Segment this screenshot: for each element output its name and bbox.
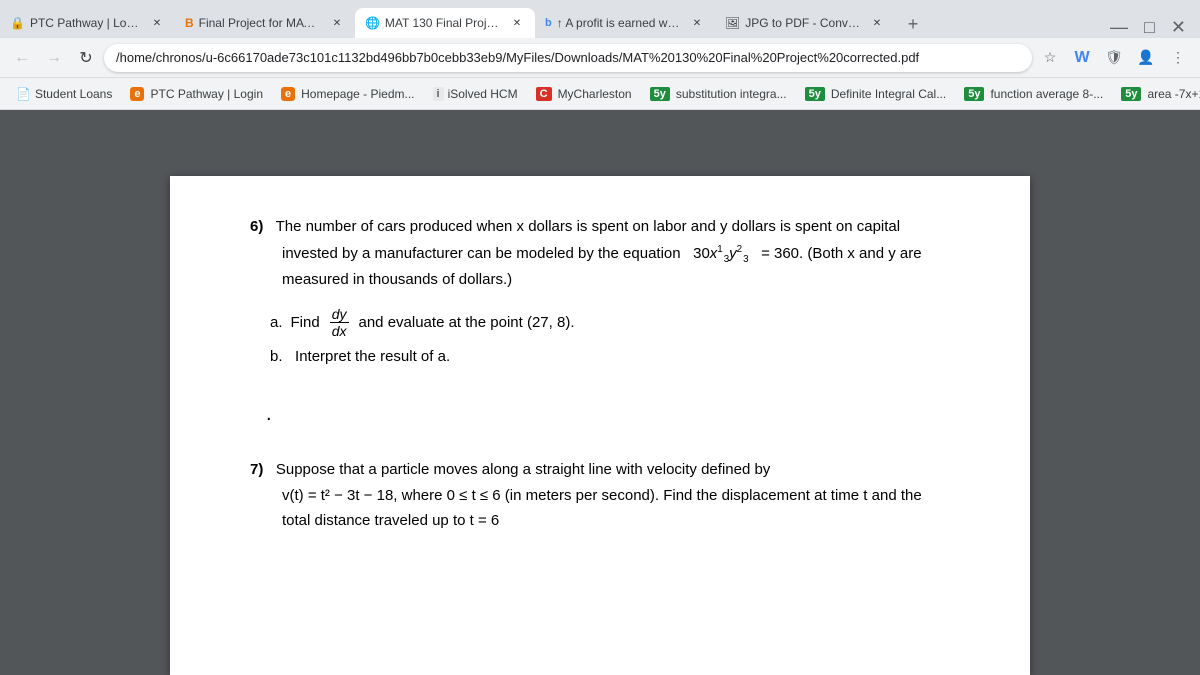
- bookmark-homepage-piedm[interactable]: e Homepage - Piedm...: [273, 84, 423, 104]
- new-tab-button[interactable]: +: [899, 10, 927, 38]
- bookmark-tag: 5y: [805, 87, 825, 101]
- tab-label: JPG to PDF - Convert your Ima: [745, 16, 860, 30]
- tab-favicon: b: [545, 17, 552, 29]
- q7-number: 7): [250, 461, 263, 478]
- tab-close-btn[interactable]: ✕: [329, 15, 345, 31]
- bookmark-label: PTC Pathway | Login: [150, 87, 263, 101]
- window-controls: — □ ✕: [1104, 17, 1200, 38]
- content-area: 6) The number of cars produced when x do…: [0, 110, 1200, 675]
- q6-line1: The number of cars produced when x dolla…: [276, 218, 901, 235]
- close-btn[interactable]: ✕: [1165, 17, 1192, 38]
- q7-line2: v(t) = t² − 3t − 18, where 0 ≤ t ≤ 6 (in…: [282, 485, 950, 508]
- dy-dx-fraction: dy dx: [330, 306, 349, 341]
- profile-btn[interactable]: 👤: [1132, 44, 1160, 72]
- q6-sub-b-text: Interpret the result of a.: [295, 348, 450, 365]
- q6-exp1: 1: [717, 244, 722, 255]
- bookmark-icon: 📄: [16, 87, 31, 101]
- q6-find-label: Find: [291, 312, 320, 335]
- tab-label: MAT 130 Final Project correcte: [385, 16, 500, 30]
- tab-label: Final Project for MAT 130 80 - h: [199, 16, 320, 30]
- bookmark-area[interactable]: 5y area -7x+16, -8x+3,...: [1113, 84, 1200, 104]
- bookmark-function-average[interactable]: 5y function average 8-...: [956, 84, 1111, 104]
- tab-label: ↑ A profit is earned when reve: [557, 16, 680, 30]
- question-7-text: 7) Suppose that a particle moves along a…: [250, 459, 950, 482]
- tab-favicon: B: [185, 16, 194, 30]
- tab-profit[interactable]: b ↑ A profit is earned when reve ✕: [535, 8, 715, 38]
- pdf-viewer[interactable]: 6) The number of cars produced when x do…: [0, 160, 1200, 675]
- dot-placeholder: .: [266, 399, 950, 429]
- bookmark-label: area -7x+16, -8x+3,...: [1147, 87, 1200, 101]
- bookmark-label: Homepage - Piedm...: [301, 87, 414, 101]
- q7-line1: Suppose that a particle moves along a st…: [276, 461, 770, 478]
- extension-btn[interactable]: 🛡: [1100, 44, 1128, 72]
- menu-btn[interactable]: ⋮: [1164, 44, 1192, 72]
- bookmark-isolved[interactable]: i iSolved HCM: [425, 84, 526, 104]
- tab-favicon: 🌐: [365, 16, 380, 30]
- tab-favicon: 🖼: [725, 16, 740, 30]
- tab-final-project[interactable]: B Final Project for MAT 130 80 - h ✕: [175, 8, 355, 38]
- question-6-block: 6) The number of cars produced when x do…: [250, 216, 950, 429]
- bookmark-label: Definite Integral Cal...: [831, 87, 946, 101]
- bookmark-label: MyCharleston: [558, 87, 632, 101]
- pdf-toolbar: [0, 110, 1200, 160]
- tab-ptc-pathway[interactable]: 🔒 PTC Pathway | Login ✕: [0, 8, 175, 38]
- bookmark-tag: 5y: [650, 87, 670, 101]
- q6-line2-pre: invested by a manufacturer can be modele…: [282, 245, 681, 262]
- question-7-block: 7) Suppose that a particle moves along a…: [250, 459, 950, 533]
- tab-favicon: 🔒: [10, 16, 25, 30]
- back-button[interactable]: ←: [8, 44, 36, 72]
- bookmark-ptc-pathway[interactable]: e PTC Pathway | Login: [122, 84, 271, 104]
- tab-bar: 🔒 PTC Pathway | Login ✕ B Final Project …: [0, 0, 1200, 38]
- bookmarks-bar: 📄 Student Loans e PTC Pathway | Login e …: [0, 78, 1200, 110]
- forward-button[interactable]: →: [40, 44, 68, 72]
- bookmark-label: function average 8-...: [990, 87, 1103, 101]
- nav-bar: ← → ↻ ☆ W 🛡 👤 ⋮: [0, 38, 1200, 78]
- tab-jpg-pdf[interactable]: 🖼 JPG to PDF - Convert your Ima ✕: [715, 8, 895, 38]
- bookmark-student-loans[interactable]: 📄 Student Loans: [8, 84, 120, 104]
- reload-button[interactable]: ↻: [72, 44, 100, 72]
- minimize-btn[interactable]: —: [1104, 17, 1134, 38]
- w-btn[interactable]: W: [1068, 44, 1096, 72]
- q6-line2-post: = 360. (Both x and y are: [761, 245, 922, 262]
- tab-close-btn[interactable]: ✕: [689, 15, 705, 31]
- q6-sub-a-prefix: a.: [270, 312, 283, 335]
- dx-denominator: dx: [330, 323, 349, 340]
- nav-icons: ☆ W 🛡 👤 ⋮: [1036, 44, 1192, 72]
- tab-mat130-active[interactable]: 🌐 MAT 130 Final Project correcte ✕: [355, 8, 535, 38]
- bookmark-label: substitution integra...: [676, 87, 787, 101]
- bookmark-tag: e: [130, 87, 144, 101]
- q6-equation: 30x13y23: [693, 245, 753, 262]
- question-6-text: 6) The number of cars produced when x do…: [250, 216, 950, 239]
- pdf-page: 6) The number of cars produced when x do…: [170, 176, 1030, 675]
- q7-line3: total distance traveled up to t = 6: [282, 510, 950, 533]
- bookmark-substitution[interactable]: 5y substitution integra...: [642, 84, 795, 104]
- bookmark-tag: 5y: [1121, 87, 1141, 101]
- q6-sub-a: a. Find dy dx and evaluate at the point …: [270, 306, 950, 341]
- bookmark-tag: C: [536, 87, 552, 101]
- tab-close-btn[interactable]: ✕: [509, 15, 525, 31]
- maximize-btn[interactable]: □: [1138, 17, 1161, 38]
- bookmark-star-btn[interactable]: ☆: [1036, 44, 1064, 72]
- tab-close-btn[interactable]: ✕: [149, 15, 165, 31]
- q6-sub-b-prefix: b.: [270, 348, 283, 365]
- q6-line2: invested by a manufacturer can be modele…: [282, 243, 950, 268]
- q6-sub-b: b. Interpret the result of a.: [270, 346, 950, 369]
- bookmark-definite-integral[interactable]: 5y Definite Integral Cal...: [797, 84, 955, 104]
- q6-exp2: 2: [737, 244, 742, 255]
- tab-label: PTC Pathway | Login: [30, 16, 140, 30]
- bookmark-label: Student Loans: [35, 87, 112, 101]
- bookmark-icon: i: [433, 87, 444, 101]
- bookmark-tag: 5y: [964, 87, 984, 101]
- dy-numerator: dy: [330, 306, 349, 324]
- bookmark-label: iSolved HCM: [448, 87, 518, 101]
- q6-line3: measured in thousands of dollars.): [282, 269, 950, 292]
- bookmark-mycharleston[interactable]: C MyCharleston: [528, 84, 640, 104]
- tab-close-btn[interactable]: ✕: [869, 15, 885, 31]
- address-bar[interactable]: [104, 44, 1032, 72]
- q6-number: 6): [250, 218, 263, 235]
- bookmark-tag: e: [281, 87, 295, 101]
- q6-sub-a-suffix: and evaluate at the point (27, 8).: [359, 312, 575, 335]
- browser-window: 🔒 PTC Pathway | Login ✕ B Final Project …: [0, 0, 1200, 675]
